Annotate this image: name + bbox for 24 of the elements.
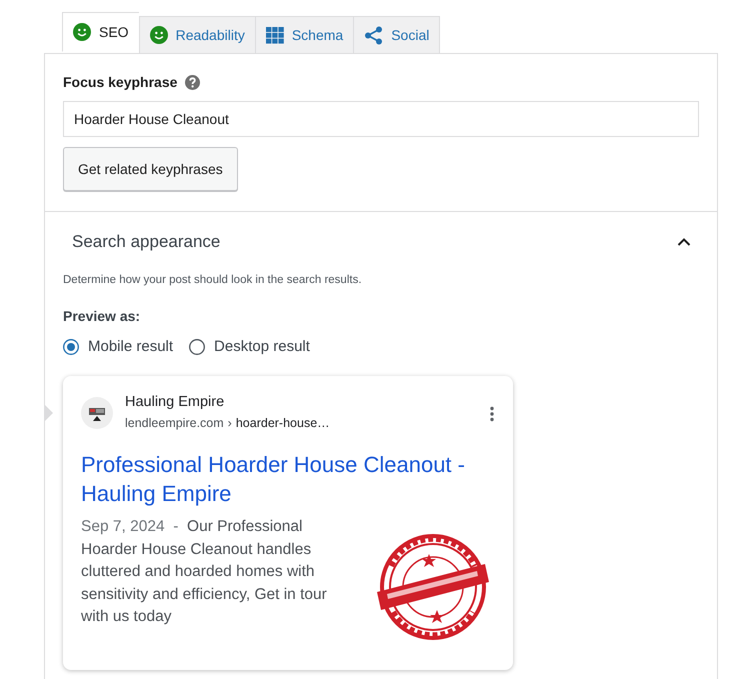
smiley-icon bbox=[73, 23, 91, 41]
related-keyphrases-button[interactable]: Get related keyphrases bbox=[63, 147, 238, 191]
keyphrase-input[interactable]: Hoarder House Cleanout bbox=[63, 101, 699, 137]
breadcrumb-separator: › bbox=[228, 416, 232, 430]
tab[interactable]: SEO bbox=[62, 12, 139, 52]
tab[interactable]: Readability bbox=[138, 16, 255, 54]
help-icon[interactable] bbox=[185, 74, 200, 90]
site-name: Hauling Empire bbox=[125, 394, 226, 410]
section-title: Search appearance bbox=[72, 232, 220, 252]
share-icon bbox=[364, 26, 384, 44]
tab[interactable]: Social bbox=[353, 16, 440, 54]
preview-label: Preview as: bbox=[63, 308, 142, 324]
tab[interactable]: Schema bbox=[254, 16, 354, 54]
site-url: lendleempire.com bbox=[125, 416, 224, 430]
radio-option[interactable]: Mobile result bbox=[63, 338, 174, 355]
radio-option[interactable]: Desktop result bbox=[189, 338, 310, 355]
result-title[interactable]: Professional Hoarder House Cleanout - Hauling Empire bbox=[81, 450, 495, 508]
more-icon[interactable] bbox=[489, 406, 495, 422]
smiley-icon bbox=[150, 26, 168, 44]
result-snippet: Sep 7, 2024 - Our Professional Hoarder House Cleanout handles cluttered and hoarded homes with sensitivity and efficiency, Get in tour with us today bbox=[81, 517, 328, 627]
grid-icon bbox=[266, 26, 284, 44]
url-path: hoarder-house… bbox=[236, 416, 330, 430]
description: Determine how your post should look in the search results. bbox=[63, 274, 363, 286]
field-label: Focus keyphrase bbox=[63, 74, 178, 90]
